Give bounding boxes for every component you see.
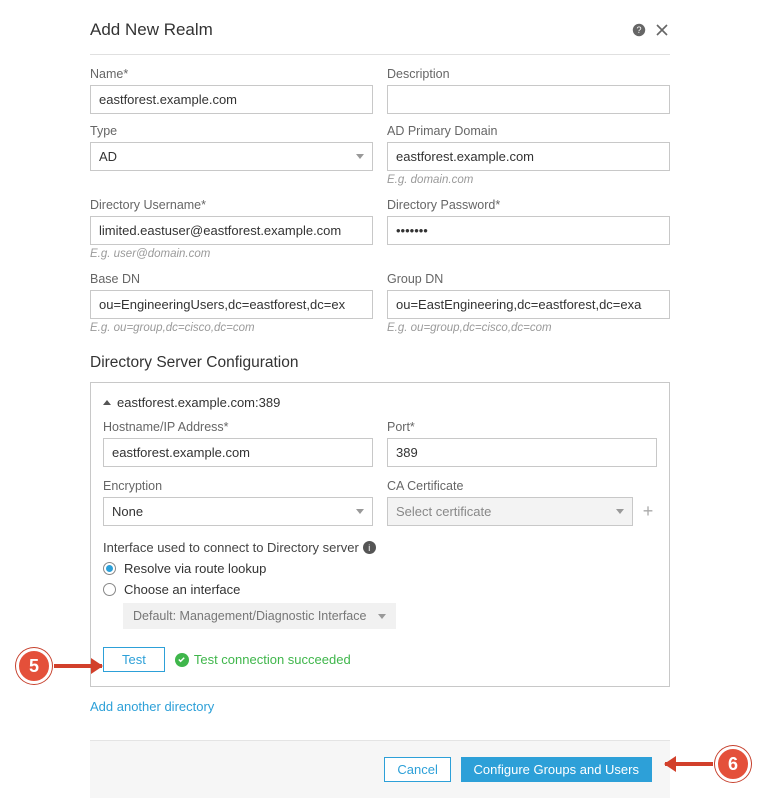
radio-choose[interactable] (103, 583, 116, 596)
dir-server-panel: eastforest.example.com:389 Hostname/IP A… (90, 382, 670, 687)
test-row: Test Test connection succeeded (103, 647, 657, 672)
chevron-down-icon (378, 614, 386, 619)
check-icon (175, 653, 189, 667)
chevron-down-icon (356, 509, 364, 514)
group-dn-label: Group DN (387, 272, 670, 286)
help-icon[interactable]: ? (632, 23, 646, 37)
type-label: Type (90, 124, 373, 138)
cacert-value: Select certificate (396, 504, 491, 519)
type-select[interactable]: AD (90, 142, 373, 171)
callout-badge: 6 (715, 746, 751, 782)
group-dn-field[interactable] (387, 290, 670, 319)
chevron-down-icon (356, 154, 364, 159)
arrow-right-icon (54, 664, 102, 668)
radio-resolve[interactable] (103, 562, 116, 575)
chevron-down-icon (616, 509, 624, 514)
interface-heading: Interface used to connect to Directory s… (103, 540, 657, 555)
callout-badge: 5 (16, 648, 52, 684)
type-value: AD (99, 149, 117, 164)
hostname-field[interactable] (103, 438, 373, 467)
dir-password-label: Directory Password* (387, 198, 670, 212)
close-icon[interactable] (654, 22, 670, 38)
encryption-label: Encryption (103, 479, 373, 493)
chevron-up-icon (103, 400, 111, 405)
svg-text:?: ? (636, 25, 641, 35)
base-dn-label: Base DN (90, 272, 373, 286)
panel-title: eastforest.example.com:389 (117, 395, 280, 410)
dir-password-field[interactable] (387, 216, 670, 245)
radio-resolve-label: Resolve via route lookup (124, 561, 266, 576)
encryption-value: None (112, 504, 143, 519)
add-directory-link[interactable]: Add another directory (90, 699, 214, 714)
modal-header: Add New Realm ? (90, 8, 670, 55)
ad-domain-field[interactable] (387, 142, 670, 171)
callout-5: 5 (16, 648, 102, 684)
interface-label: Interface used to connect to Directory s… (103, 540, 359, 555)
hostname-label: Hostname/IP Address* (103, 420, 373, 434)
form-body: Name* Description Type AD AD Primary Dom… (90, 55, 670, 722)
callout-6: 6 (665, 746, 751, 782)
ad-domain-hint: E.g. domain.com (387, 174, 670, 186)
radio-resolve-row[interactable]: Resolve via route lookup (103, 561, 657, 576)
dir-username-hint: E.g. user@domain.com (90, 248, 373, 260)
cacert-label: CA Certificate (387, 479, 657, 493)
port-field[interactable] (387, 438, 657, 467)
interface-value: Default: Management/Diagnostic Interface (133, 609, 366, 623)
name-field[interactable] (90, 85, 373, 114)
base-dn-field[interactable] (90, 290, 373, 319)
name-label: Name* (90, 67, 373, 81)
interface-select: Default: Management/Diagnostic Interface (123, 603, 396, 629)
test-button[interactable]: Test (103, 647, 165, 672)
dir-username-label: Directory Username* (90, 198, 373, 212)
radio-choose-label: Choose an interface (124, 582, 240, 597)
info-icon[interactable]: i (363, 541, 376, 554)
encryption-select[interactable]: None (103, 497, 373, 526)
dir-username-field[interactable] (90, 216, 373, 245)
arrow-left-icon (665, 762, 713, 766)
modal-footer: Cancel Configure Groups and Users (90, 740, 670, 798)
group-dn-hint: E.g. ou=group,dc=cisco,dc=com (387, 322, 670, 334)
configure-button[interactable]: Configure Groups and Users (461, 757, 652, 782)
port-label: Port* (387, 420, 657, 434)
cancel-button[interactable]: Cancel (384, 757, 450, 782)
add-cert-icon: + (639, 501, 657, 522)
ad-domain-label: AD Primary Domain (387, 124, 670, 138)
test-status: Test connection succeeded (175, 652, 351, 667)
modal-title: Add New Realm (90, 20, 624, 40)
description-field[interactable] (387, 85, 670, 114)
cacert-select: Select certificate (387, 497, 633, 526)
dir-server-section-title: Directory Server Configuration (90, 354, 670, 372)
panel-toggle[interactable]: eastforest.example.com:389 (103, 395, 657, 410)
base-dn-hint: E.g. ou=group,dc=cisco,dc=com (90, 322, 373, 334)
add-realm-modal: Add New Realm ? Name* Description Type A… (90, 8, 670, 798)
description-label: Description (387, 67, 670, 81)
radio-choose-row[interactable]: Choose an interface (103, 582, 657, 597)
test-status-text: Test connection succeeded (194, 652, 351, 667)
